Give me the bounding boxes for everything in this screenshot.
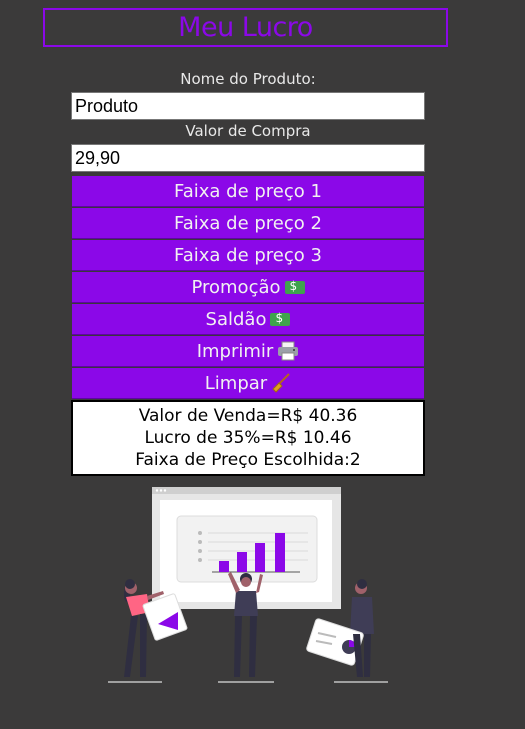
print-button[interactable]: Imprimir [72, 336, 424, 367]
button-label: Faixa de preço 3 [174, 244, 322, 266]
money-icon [284, 279, 305, 294]
printer-icon [278, 341, 299, 361]
result-panel: Valor de Venda=R$ 40.36 Lucro de 35%=R$ … [71, 400, 425, 476]
broom-icon [272, 373, 290, 393]
profit-text: Lucro de 35%=R$ 10.46 [144, 428, 352, 448]
purchase-price-label: Valor de Compra [185, 122, 311, 140]
price-range-3-button[interactable]: Faixa de preço 3 [72, 240, 424, 271]
sale-button[interactable]: Saldão [72, 304, 424, 335]
button-label: Imprimir [196, 340, 274, 362]
product-name-label: Nome do Produto: [180, 70, 316, 88]
money-icon [270, 311, 291, 326]
purchase-price-input[interactable] [71, 144, 425, 172]
button-label: Limpar [204, 372, 268, 394]
page-title: Meu Lucro [178, 12, 313, 43]
button-label: Faixa de preço 1 [174, 180, 322, 202]
button-label: Saldão [205, 308, 267, 330]
price-range-2-button[interactable]: Faixa de preço 2 [72, 208, 424, 239]
chosen-range-text: Faixa de Preço Escolhida:2 [135, 450, 361, 470]
promotion-button[interactable]: Promoção [72, 272, 424, 303]
sale-value-text: Valor de Venda=R$ 40.36 [138, 406, 358, 426]
product-name-input[interactable] [71, 92, 425, 120]
button-label: Faixa de preço 2 [174, 212, 322, 234]
button-label: Promoção [191, 276, 281, 298]
analytics-illustration [108, 487, 388, 683]
price-range-1-button[interactable]: Faixa de preço 1 [72, 176, 424, 207]
clear-button[interactable]: Limpar [72, 368, 424, 399]
title-box: Meu Lucro [43, 8, 448, 47]
